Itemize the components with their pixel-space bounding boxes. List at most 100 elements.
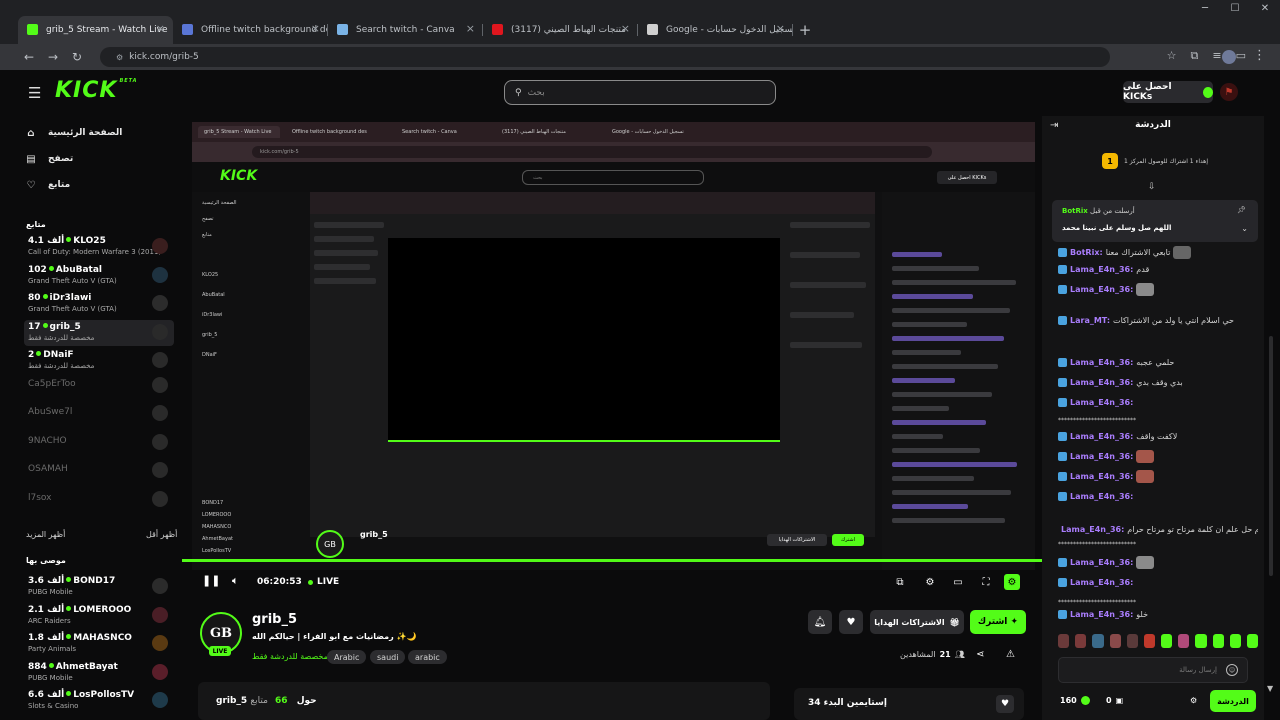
chat-username[interactable]: Lama_E4n_36: <box>1061 525 1124 534</box>
sidebar-nav-browse[interactable]: ▤ تصفح <box>24 150 174 168</box>
chat-message[interactable]: Lama_E4n_36: حلمي عجبه <box>1058 354 1258 370</box>
chat-username[interactable]: Lama_E4n_36: <box>1070 378 1133 387</box>
sidebar-channel[interactable]: 4.1 ألف KLO25 Call of Duty: Modern Warfare… <box>24 234 174 260</box>
chat-username[interactable]: Lama_E4n_36: <box>1070 432 1133 441</box>
sidebar-channel[interactable]: 2 DNaiF مخصصة للدردشة فقط <box>24 348 174 374</box>
chat-username[interactable]: Lama_E4n_36: <box>1070 285 1133 294</box>
streamer-name[interactable]: grib_5 <box>252 612 297 627</box>
clip-icon[interactable]: ⧉ <box>892 574 908 590</box>
chat-username[interactable]: Lama_E4n_36: <box>1070 452 1133 461</box>
quick-emote[interactable] <box>1075 634 1087 648</box>
clips-heart-icon[interactable]: ♥ <box>996 695 1014 713</box>
close-tab-icon[interactable]: × <box>156 22 165 35</box>
chat-settings-icon[interactable]: ⚙ <box>1190 696 1197 705</box>
back-icon[interactable]: ← <box>20 48 38 66</box>
tag-arabic-lower[interactable]: arabic <box>408 650 447 664</box>
recommended-channel[interactable]: 2.1 ألف LOMEROOO ARC Raiders <box>24 603 174 629</box>
sidebar-channel[interactable]: 102 AbuBatal Grand Theft Auto V (GTA) <box>24 263 174 289</box>
get-kicks-button[interactable]: احصل على KICKs <box>1123 81 1213 103</box>
address-bar[interactable]: ⚙ kick.com/grib-5 <box>100 47 1110 67</box>
kicks-balance[interactable]: 160 <box>1060 696 1090 705</box>
kick-logo[interactable]: KICK BETA <box>55 78 138 103</box>
browser-tab[interactable]: Offline twitch background des × <box>173 16 328 44</box>
search-input[interactable]: ⚲ بحث <box>504 80 776 105</box>
minimize-icon[interactable]: ─ <box>1190 0 1220 16</box>
share-icon[interactable]: ⋖ <box>976 649 984 660</box>
menu-hamburger-icon[interactable]: ☰ <box>28 84 41 102</box>
chat-username[interactable]: Lama_E4n_36: <box>1070 578 1133 587</box>
quick-emote[interactable] <box>1178 634 1190 648</box>
sidebar-nav-home[interactable]: ⌂ الصفحة الرئيسية <box>24 124 174 142</box>
sidepanel-icon[interactable]: ▭ <box>1236 49 1246 63</box>
recommended-channel[interactable]: 884 AhmetBayat PUBG Mobile <box>24 660 174 686</box>
chat-username[interactable]: Lara_MT: <box>1070 316 1110 325</box>
live-progress-bar[interactable] <box>182 559 1042 562</box>
video-player[interactable]: grib_5 Stream - Watch Live Offline twitc… <box>182 116 1042 598</box>
media-icon[interactable]: ≡ <box>1212 49 1221 63</box>
chat-message[interactable]: Lara_MT: حي اسلام انتي يا ولد من الاشتراك… <box>1058 312 1258 328</box>
tag-saudi[interactable]: saudi <box>370 650 406 664</box>
notification-bell-button[interactable]: 🔔︎ <box>808 610 832 634</box>
quick-emote[interactable] <box>1092 634 1104 648</box>
sidebar-channel[interactable]: 80 iDr3lawi Grand Theft Auto V (GTA) <box>24 291 174 317</box>
recommended-channel[interactable]: 1.8 ألف MAHASNCO Party Animals <box>24 631 174 657</box>
theater-icon[interactable]: ▭ <box>950 574 966 590</box>
chat-username[interactable]: Lama_E4n_36: <box>1070 610 1133 619</box>
quick-emote[interactable] <box>1246 634 1259 648</box>
pip-icon[interactable]: ⛶ <box>978 574 994 590</box>
volume-icon[interactable]: 🔈︎ <box>232 574 239 588</box>
close-tab-icon[interactable]: × <box>311 22 320 35</box>
maximize-icon[interactable]: ☐ <box>1220 0 1250 16</box>
points-balance[interactable]: 0 ▣ <box>1106 696 1123 705</box>
sidebar-channel[interactable]: 17 grib_5 مخصصة للدردشة فقط <box>24 319 174 346</box>
browser-tab[interactable]: متنجات الهباط الصيني (3117) × <box>483 16 638 44</box>
chat-username[interactable]: Lama_E4n_36: <box>1070 558 1133 567</box>
forward-icon[interactable]: → <box>44 48 62 66</box>
close-tab-icon[interactable]: × <box>466 22 475 35</box>
browser-tab[interactable]: Google - تسجيل الدخول حسابات × <box>638 16 793 44</box>
chat-username[interactable]: Lama_E4n_36: <box>1070 265 1133 274</box>
close-window-icon[interactable]: ✕ <box>1250 0 1280 16</box>
leaderboard-expand-icon[interactable]: ⇩ <box>1148 182 1156 192</box>
quick-emote[interactable] <box>1212 634 1224 648</box>
pause-icon[interactable]: ❚❚ <box>202 574 220 587</box>
recommended-channel[interactable]: 6.6 ألف LosPollosTV Slots & Casino <box>24 688 174 714</box>
quick-emote[interactable] <box>1058 634 1070 648</box>
chat-message[interactable]: Lama_E4n_36: قدم <box>1058 261 1258 277</box>
chat-username[interactable]: Lama_E4n_36: <box>1070 492 1133 501</box>
fullscreen-icon[interactable]: ⚙ <box>1004 574 1020 590</box>
close-tab-icon[interactable]: × <box>776 22 785 35</box>
quick-emote[interactable] <box>1126 634 1138 648</box>
chat-message[interactable]: BotRix: تابعي الاشتراك معنا <box>1058 244 1258 260</box>
sidebar-channel[interactable]: OSAMAH <box>24 462 174 488</box>
chat-username[interactable]: Lama_E4n_36: <box>1070 472 1133 481</box>
reload-icon[interactable]: ↻ <box>68 48 86 66</box>
quick-emote[interactable] <box>1143 634 1156 648</box>
sidebar-channel[interactable]: AbuSwe7l <box>24 405 174 431</box>
browser-menu-icon[interactable]: ⋮ <box>1253 48 1266 63</box>
report-icon[interactable]: ⚠ <box>1006 649 1015 660</box>
chat-message[interactable]: Lama_E4n_36: <box>1058 488 1258 504</box>
quick-emote[interactable] <box>1161 634 1173 648</box>
quality-icon[interactable]: ⚙ <box>922 574 938 590</box>
profile-avatar[interactable] <box>1222 50 1236 64</box>
scroll-down-icon[interactable]: ▼ <box>1267 684 1273 693</box>
stream-category[interactable]: مخصصة للدردشة فقط <box>252 652 328 661</box>
quick-emote[interactable] <box>1195 634 1207 648</box>
chat-message[interactable]: Lama_E4n_36:حسام حل علم ان كلمة مرتاح تو… <box>1058 521 1258 537</box>
chat-username[interactable]: Lama_E4n_36: <box>1070 358 1133 367</box>
chat-message[interactable]: Lama_E4n_36: لاكفت واقف <box>1058 428 1258 444</box>
recommended-channel[interactable]: 3.6 ألف BOND17 PUBG Mobile <box>24 574 174 600</box>
scrollbar-thumb[interactable] <box>1269 336 1273 576</box>
new-tab-icon[interactable]: + <box>793 16 817 44</box>
gift-subs-button[interactable]: الاشتراكات الهدايا 🎁︎ <box>870 610 964 634</box>
show-more-link[interactable]: أظهر المزيد <box>26 530 65 539</box>
close-tab-icon[interactable]: × <box>621 22 630 35</box>
extensions-icon[interactable]: ⧉ <box>1191 49 1199 63</box>
page-scrollbar[interactable]: ▼ <box>1264 116 1280 720</box>
chat-input[interactable]: إرسال رسالة ☺ <box>1058 657 1248 683</box>
chat-message[interactable]: Lama_E4n_36: <box>1058 554 1258 570</box>
chat-username[interactable]: BotRix: <box>1070 248 1103 257</box>
send-chat-button[interactable]: الدردشة <box>1210 690 1256 712</box>
browser-tab[interactable]: Search twitch - Canva × <box>328 16 483 44</box>
